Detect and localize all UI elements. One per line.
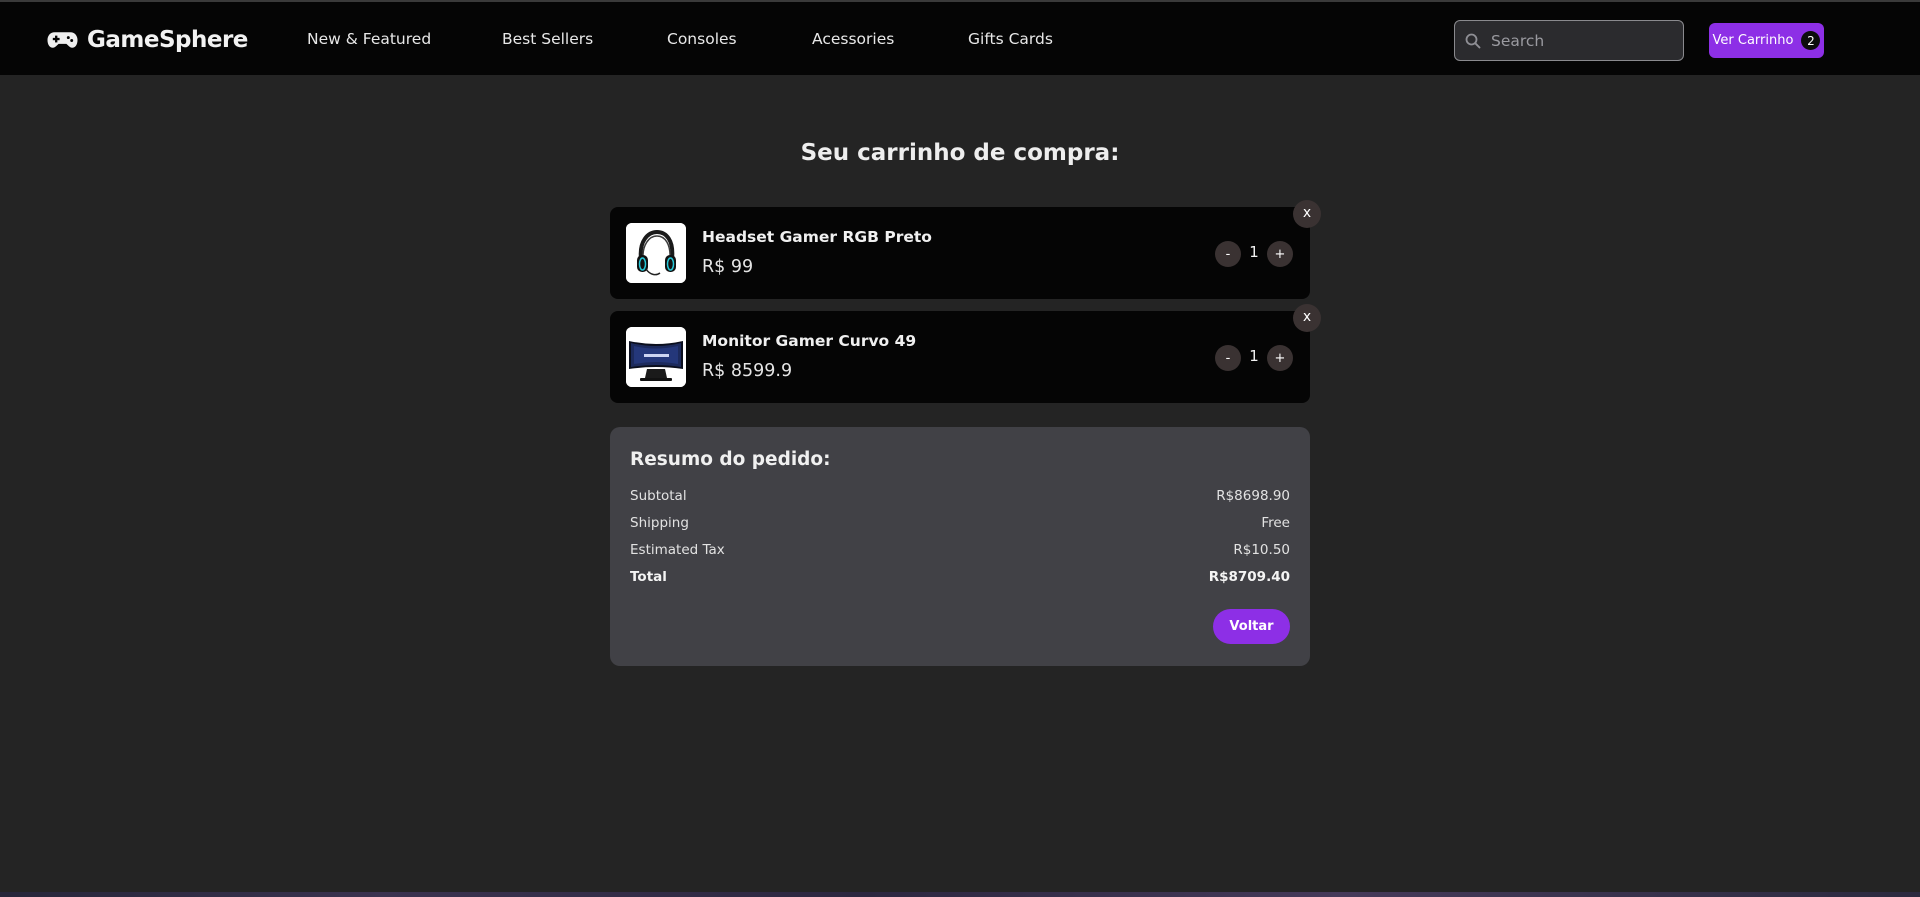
summary-row-shipping: Shipping Free: [630, 515, 1290, 535]
curved-monitor-image: [626, 327, 686, 387]
remove-item-button[interactable]: x: [1293, 304, 1321, 332]
summary-label: Total: [630, 569, 667, 585]
summary-label: Subtotal: [630, 488, 687, 504]
increase-quantity-button[interactable]: +: [1267, 345, 1293, 371]
summary-title: Resumo do pedido:: [630, 449, 831, 470]
summary-value: R$8709.40: [1208, 569, 1290, 585]
page-title: Seu carrinho de compra:: [800, 140, 1120, 166]
summary-row-total: Total R$8709.40: [630, 569, 1290, 589]
summary-label: Shipping: [630, 515, 689, 531]
item-price: R$ 8599.9: [702, 361, 793, 381]
headset-image: [626, 223, 686, 283]
nav-link-best-sellers[interactable]: Best Sellers: [502, 30, 593, 48]
item-name: Headset Gamer RGB Preto: [702, 228, 932, 246]
nav-link-new-featured[interactable]: New & Featured: [307, 30, 431, 48]
search-input[interactable]: [1489, 30, 1679, 51]
back-button[interactable]: Voltar: [1213, 609, 1290, 644]
gamepad-icon: [47, 32, 78, 48]
view-cart-button[interactable]: Ver Carrinho 2: [1709, 23, 1824, 58]
summary-value: R$8698.90: [1216, 488, 1290, 504]
view-cart-label: Ver Carrinho: [1712, 33, 1794, 48]
summary-label: Estimated Tax: [630, 542, 725, 558]
item-quantity: 1: [1249, 243, 1259, 261]
brand-name: GameSphere: [87, 27, 248, 53]
cart-count-badge: 2: [1801, 31, 1821, 50]
summary-value: R$10.50: [1233, 542, 1290, 558]
top-navbar: GameSphere New & Featured Best Sellers C…: [0, 0, 1920, 75]
brand-logo-link[interactable]: GameSphere: [47, 24, 248, 56]
remove-item-button[interactable]: x: [1293, 200, 1321, 228]
item-name: Monitor Gamer Curvo 49: [702, 332, 917, 350]
bottom-edge-strip: [0, 892, 1920, 897]
cart-item: Headset Gamer RGB Preto R$ 99 - 1 +: [610, 207, 1310, 299]
search-icon: [1465, 33, 1481, 48]
order-summary: Resumo do pedido: Subtotal R$8698.90 Shi…: [610, 427, 1310, 666]
nav-link-gift-cards[interactable]: Gifts Cards: [968, 30, 1053, 48]
nav-link-accessories[interactable]: Acessories: [812, 30, 894, 48]
item-quantity: 1: [1249, 347, 1259, 365]
search-box: [1454, 20, 1684, 61]
nav-link-consoles[interactable]: Consoles: [667, 30, 737, 48]
item-price: R$ 99: [702, 257, 754, 277]
cart-item: Monitor Gamer Curvo 49 R$ 8599.9 - 1 +: [610, 311, 1310, 403]
decrease-quantity-button[interactable]: -: [1215, 241, 1241, 267]
summary-value: Free: [1261, 515, 1290, 531]
summary-row-tax: Estimated Tax R$10.50: [630, 542, 1290, 562]
summary-row-subtotal: Subtotal R$8698.90: [630, 488, 1290, 508]
decrease-quantity-button[interactable]: -: [1215, 345, 1241, 371]
increase-quantity-button[interactable]: +: [1267, 241, 1293, 267]
